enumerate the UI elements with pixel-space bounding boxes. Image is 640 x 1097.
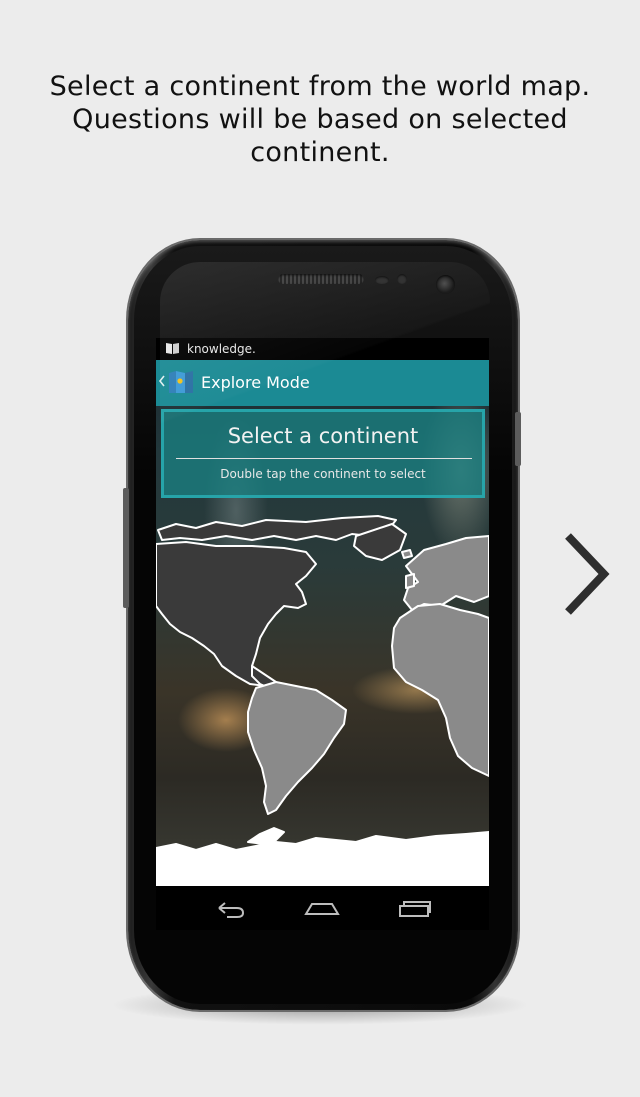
continent-south-america [247, 681, 347, 815]
earpiece-speaker [278, 274, 364, 284]
front-camera [436, 275, 455, 294]
continent-africa [391, 603, 489, 777]
chevron-right-icon[interactable] [560, 532, 610, 616]
status-bar: knowledge. [156, 338, 489, 360]
phone-screen: knowledge. Explore Mode Select a contine… [156, 338, 489, 930]
system-nav-bar [156, 886, 489, 930]
power-button [515, 412, 521, 466]
proximity-sensor [375, 276, 389, 284]
recent-apps-icon[interactable] [394, 894, 434, 922]
continent-antarctica [156, 831, 489, 886]
page-title: Explore Mode [201, 373, 310, 392]
iceland [401, 549, 413, 559]
continent-europe [403, 535, 489, 611]
world-map [156, 515, 489, 886]
book-icon [166, 343, 179, 354]
status-app-name: knowledge. [187, 342, 256, 356]
prompt-subtitle: Double tap the continent to select [220, 467, 426, 481]
instruction-caption: Select a continent from the world map. Q… [40, 70, 600, 169]
british-isles [405, 573, 415, 589]
caption-line-2: Questions will be based on selected [72, 104, 568, 135]
caption-line-3: continent. [250, 137, 390, 168]
map-book-icon[interactable] [168, 369, 194, 395]
prompt-divider [176, 458, 472, 459]
chevron-left-icon[interactable] [158, 371, 166, 391]
light-sensor [397, 274, 407, 284]
select-continent-panel: Select a continent Double tap the contin… [161, 409, 485, 498]
back-icon[interactable] [211, 894, 251, 922]
continent-north-america [156, 541, 317, 687]
home-icon[interactable] [302, 894, 342, 922]
caption-line-1: Select a continent from the world map. [49, 71, 591, 102]
action-bar: Explore Mode [156, 360, 489, 406]
prompt-title: Select a continent [227, 424, 419, 448]
volume-button [123, 488, 129, 608]
